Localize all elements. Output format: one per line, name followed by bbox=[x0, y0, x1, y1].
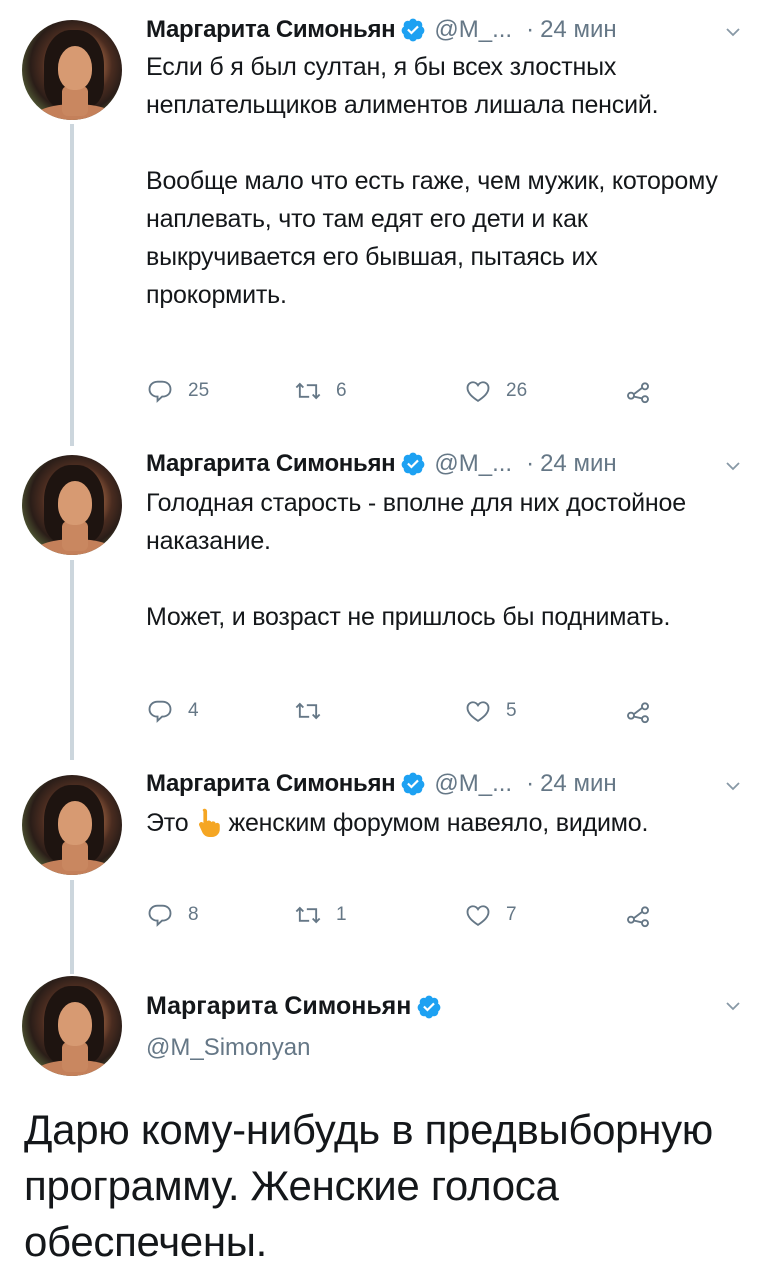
tweet-header: Маргарита Симоньян @M_... · 24 мин bbox=[146, 446, 617, 482]
tweet-text: Голодная старость - вполне для них досто… bbox=[146, 484, 736, 636]
share-button[interactable] bbox=[624, 696, 652, 726]
like-button[interactable]: 5 bbox=[464, 696, 517, 726]
verified-badge-icon bbox=[401, 18, 425, 42]
author-handle[interactable]: @M_... bbox=[434, 770, 512, 798]
avatar[interactable] bbox=[22, 775, 122, 875]
separator-dot: · bbox=[526, 16, 535, 43]
like-count: 26 bbox=[506, 380, 528, 401]
tweet-time[interactable]: 24 мин bbox=[540, 16, 617, 44]
verified-badge-icon bbox=[417, 995, 441, 1018]
tweet-header: Маргарита Симоньян @M_... · 24 мин bbox=[146, 12, 617, 48]
avatar[interactable] bbox=[22, 20, 122, 120]
retweet-count: 1 bbox=[336, 904, 347, 925]
retweet-icon bbox=[295, 382, 321, 400]
verified-badge-icon bbox=[401, 452, 425, 476]
reply-button[interactable]: 25 bbox=[146, 376, 209, 406]
author-handle[interactable]: @M_Simonyan bbox=[146, 1034, 310, 1062]
chevron-down-icon[interactable] bbox=[725, 998, 741, 1014]
tweet-actions: 8 1 7 bbox=[146, 900, 666, 930]
heart-icon bbox=[466, 905, 490, 927]
pointing-up-hand-emoji bbox=[199, 808, 221, 837]
author-name[interactable]: Маргарита Симоньян bbox=[146, 770, 396, 798]
reply-icon bbox=[148, 700, 172, 723]
tweet-text: Если б я был султан, я бы всех злостных … bbox=[146, 48, 736, 314]
tweet-time[interactable]: 24 мин bbox=[540, 450, 617, 478]
chevron-down-icon[interactable] bbox=[725, 24, 741, 40]
retweet-count: 6 bbox=[336, 380, 347, 401]
tweet-text: Это женским форумом навеяло, видимо. bbox=[146, 804, 736, 842]
avatar[interactable] bbox=[22, 455, 122, 555]
share-icon bbox=[627, 906, 649, 928]
author-name[interactable]: Маргарита Симоньян bbox=[146, 450, 396, 478]
share-icon bbox=[627, 382, 649, 404]
thread-line bbox=[70, 560, 74, 760]
reply-button[interactable]: 4 bbox=[146, 696, 199, 726]
reply-icon bbox=[148, 904, 172, 927]
share-icon bbox=[627, 702, 649, 724]
retweet-button[interactable]: 1 bbox=[294, 900, 347, 930]
tweet-text-end: женским форумом навеяло, видимо. bbox=[228, 809, 649, 837]
retweet-icon bbox=[295, 906, 321, 924]
chevron-down-icon[interactable] bbox=[725, 458, 741, 474]
avatar[interactable] bbox=[22, 976, 122, 1076]
reply-icon bbox=[148, 380, 172, 403]
thread-line bbox=[70, 124, 74, 446]
tweet-paragraph: Вообще мало что есть гаже, чем мужик, ко… bbox=[146, 167, 718, 309]
reply-count: 8 bbox=[188, 904, 199, 925]
retweet-button[interactable] bbox=[294, 696, 336, 726]
retweet-button[interactable]: 6 bbox=[294, 376, 347, 406]
tweet-time[interactable]: 24 мин bbox=[540, 770, 617, 798]
like-button[interactable]: 26 bbox=[464, 376, 527, 406]
separator-dot: · bbox=[526, 450, 535, 477]
tweet-paragraph: Голодная старость - вполне для них досто… bbox=[146, 489, 686, 555]
reply-button[interactable]: 8 bbox=[146, 900, 199, 930]
author-handle[interactable]: @M_... bbox=[434, 450, 512, 478]
chevron-down-icon[interactable] bbox=[725, 778, 741, 794]
share-button[interactable] bbox=[624, 376, 652, 406]
verified-badge-icon bbox=[401, 772, 425, 796]
reply-count: 25 bbox=[188, 380, 210, 401]
author-name[interactable]: Маргарита Симоньян bbox=[146, 992, 411, 1021]
like-count: 5 bbox=[506, 700, 517, 721]
reply-count: 4 bbox=[188, 700, 199, 721]
tweet-header: Маргарита Симоньян @M_... · 24 мин bbox=[146, 766, 617, 802]
main-author: Маргарита Симоньян bbox=[146, 992, 450, 1021]
heart-icon bbox=[466, 701, 490, 723]
heart-icon bbox=[466, 381, 490, 403]
tweet-paragraph: Может, и возраст не пришлось бы поднимат… bbox=[146, 603, 671, 631]
tweet-actions: 25 6 26 bbox=[146, 376, 666, 406]
author-name[interactable]: Маргарита Симоньян bbox=[146, 16, 396, 44]
retweet-icon bbox=[295, 702, 321, 720]
like-count: 7 bbox=[506, 904, 517, 925]
share-button[interactable] bbox=[624, 900, 652, 930]
main-tweet-text: Дарю кому-нибудь в предвыборную программ… bbox=[24, 1106, 714, 1265]
thread-line bbox=[70, 880, 74, 974]
separator-dot: · bbox=[526, 770, 535, 797]
tweet-text-start: Это bbox=[146, 809, 189, 837]
tweet-actions: 4 5 bbox=[146, 696, 666, 726]
tweet-paragraph: Если б я был султан, я бы всех злостных … bbox=[146, 53, 659, 119]
like-button[interactable]: 7 bbox=[464, 900, 517, 930]
author-handle[interactable]: @M_... bbox=[434, 16, 512, 44]
